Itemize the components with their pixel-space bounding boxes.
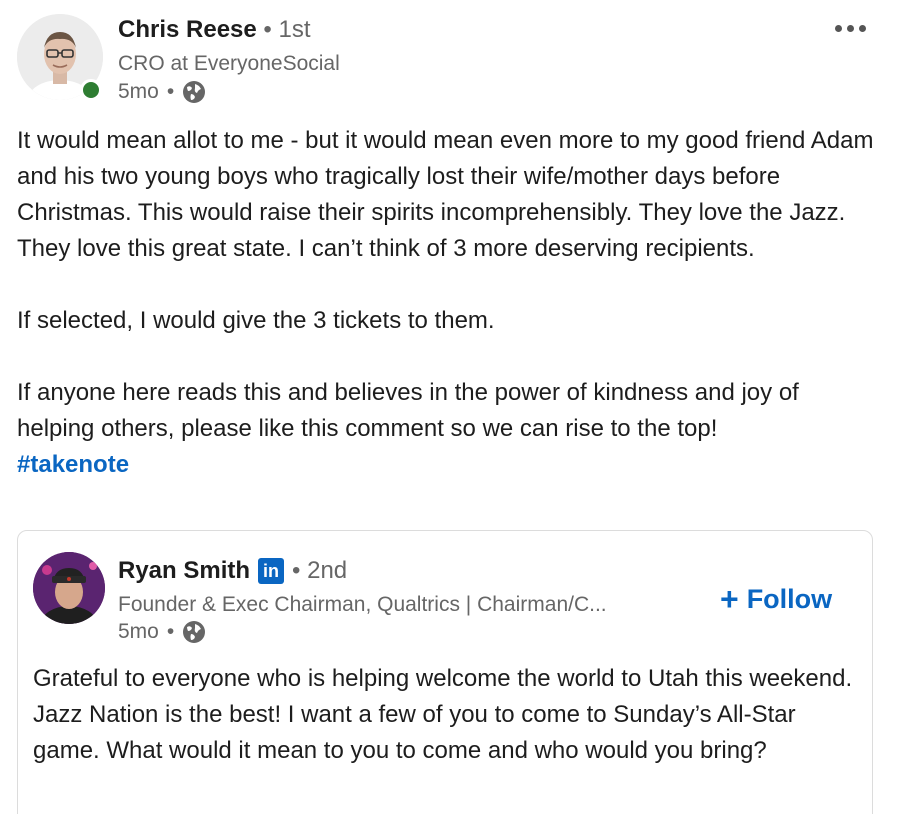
- follow-label: Follow: [746, 583, 833, 614]
- comment-time: 5mo: [118, 80, 159, 103]
- meta-separator: •: [166, 80, 175, 103]
- author-headline: CRO at EveryoneSocial: [118, 52, 340, 75]
- shared-post-time: 5mo: [118, 620, 159, 643]
- plus-icon: +: [720, 581, 739, 617]
- hashtag-link[interactable]: #takenote: [17, 447, 129, 483]
- follow-button[interactable]: + Follow: [720, 583, 832, 615]
- author-name[interactable]: Chris Reese: [118, 16, 257, 43]
- online-status-icon: [80, 79, 102, 101]
- shared-author-name[interactable]: Ryan Smith: [118, 557, 250, 585]
- shared-post-card[interactable]: Ryan Smith in • 2nd Founder & Exec Chair…: [17, 530, 873, 814]
- comment-text: It would mean allot to me - but it would…: [17, 123, 877, 483]
- author-name-row[interactable]: Chris Reese • 1st: [118, 16, 311, 44]
- linkedin-badge-icon: in: [258, 558, 285, 584]
- shared-author-headline: Founder & Exec Chairman, Qualtrics | Cha…: [118, 593, 607, 616]
- meta-separator: •: [166, 620, 175, 643]
- comment-meta: 5mo •: [118, 80, 206, 104]
- avatar-portrait: [33, 552, 105, 624]
- globe-icon: [183, 81, 206, 103]
- shared-post-text: Grateful to everyone who is helping welc…: [33, 665, 853, 764]
- comment-card: Chris Reese • 1st CRO at EveryoneSocial …: [0, 0, 898, 814]
- connection-degree: • 1st: [263, 16, 311, 43]
- shared-post-meta: 5mo •: [118, 620, 206, 644]
- shared-author-avatar[interactable]: [33, 552, 105, 624]
- shared-author-row[interactable]: Ryan Smith in • 2nd: [118, 557, 347, 585]
- comment-paragraph: It would mean allot to me - but it would…: [17, 127, 874, 262]
- connection-degree: • 2nd: [292, 557, 348, 584]
- globe-icon: [183, 621, 206, 643]
- comment-paragraph: If anyone here reads this and believes i…: [17, 379, 799, 442]
- comment-paragraph: If selected, I would give the 3 tickets …: [17, 307, 495, 334]
- more-options-icon[interactable]: [828, 14, 872, 42]
